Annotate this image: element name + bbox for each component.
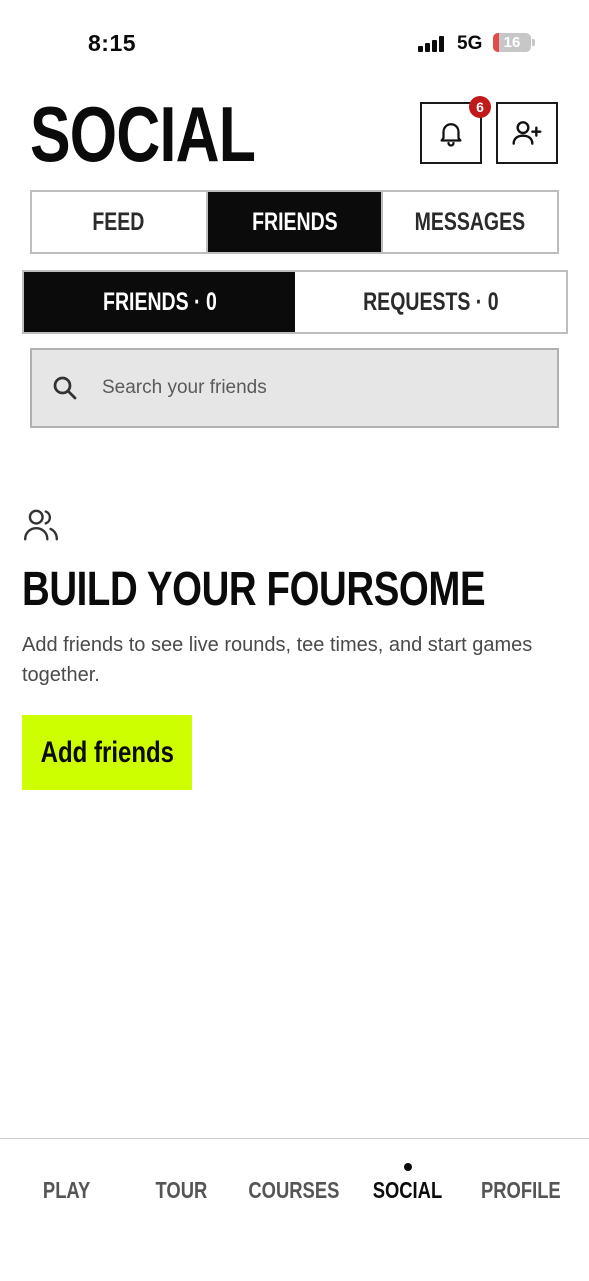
social-tabs: FEED FRIENDS MESSAGES (30, 190, 559, 254)
segment-friends-label: FRIENDS · 0 (102, 287, 217, 316)
segment-requests[interactable]: REQUESTS · 0 (295, 272, 566, 332)
search-icon (53, 376, 77, 400)
nav-social-label: SOCIAL (372, 1176, 442, 1203)
battery-icon: 16 (493, 33, 531, 52)
network-type: 5G (457, 33, 483, 54)
nav-courses-label: COURSES (248, 1176, 340, 1203)
nav-social[interactable]: SOCIAL (352, 1174, 462, 1206)
friends-segmented-control: FRIENDS · 0 REQUESTS · 0 (22, 270, 568, 334)
battery-level: 16 (503, 34, 521, 51)
nav-play[interactable]: PLAY (12, 1174, 122, 1206)
tab-messages-label: MESSAGES (414, 207, 526, 236)
nav-profile[interactable]: PROFILE (466, 1174, 576, 1206)
tab-messages[interactable]: MESSAGES (383, 192, 558, 252)
user-plus-icon (512, 121, 542, 145)
tab-feed-label: FEED (92, 207, 145, 236)
segment-friends[interactable]: FRIENDS · 0 (24, 272, 295, 332)
empty-state-text: Add friends to see live rounds, tee time… (22, 634, 533, 686)
nav-profile-label: PROFILE (481, 1176, 561, 1203)
active-nav-indicator (404, 1163, 412, 1171)
search-input[interactable]: Search your friends (30, 348, 559, 428)
battery-cap (532, 39, 535, 46)
status-bar: 8:15 5G 16 (0, 0, 589, 80)
search-placeholder: Search your friends (102, 377, 267, 398)
notification-badge: 6 (469, 96, 491, 118)
add-friend-button[interactable] (496, 102, 558, 164)
nav-tour-label: TOUR (155, 1176, 207, 1203)
nav-play-label: PLAY (43, 1176, 91, 1203)
add-friends-label: Add friends (40, 735, 174, 769)
nav-courses[interactable]: COURSES (239, 1174, 349, 1206)
bottom-nav (0, 1138, 589, 1281)
empty-state-title: BUILD YOUR FOURSOME (22, 563, 486, 616)
page-title: SOCIAL (30, 90, 256, 178)
status-time: 8:15 (88, 30, 137, 56)
segment-requests-label: REQUESTS · 0 (362, 287, 499, 316)
signal-icon (418, 36, 446, 52)
tab-friends[interactable]: FRIENDS (207, 192, 384, 252)
tab-feed[interactable]: FEED (32, 192, 208, 252)
tab-friends-label: FRIENDS (251, 207, 338, 236)
add-friends-button[interactable]: Add friends (22, 715, 192, 790)
nav-tour[interactable]: TOUR (126, 1174, 236, 1206)
bell-icon (440, 123, 462, 147)
people-icon (23, 509, 59, 541)
